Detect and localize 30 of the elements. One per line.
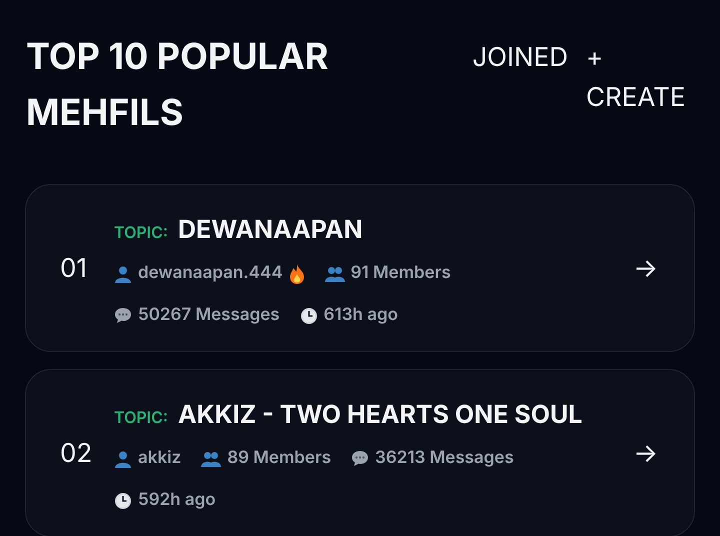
meta-text: 613h ago	[324, 304, 398, 327]
meta-text: akkiz	[138, 447, 182, 470]
arrow-icon[interactable]: →	[633, 248, 658, 288]
page-title: TOP 10 POPULAR MEHFILS	[26, 33, 330, 136]
arrow-icon[interactable]: →	[633, 434, 658, 472]
speech-bubble-icon	[114, 307, 132, 324]
topic-label: TOPIC:	[114, 406, 168, 430]
meta-text: 592h ago	[138, 489, 216, 512]
person-icon	[114, 450, 132, 468]
meta-text: dewanaapan.444	[138, 262, 283, 285]
fire-icon	[288, 264, 305, 284]
people-icon	[201, 450, 222, 467]
speech-bubble-icon	[351, 450, 370, 468]
topic-label: TOPIC:	[114, 221, 168, 244]
meta-text: 91 Members	[350, 262, 451, 285]
topic-title: AKKIZ - TWO HEARTS ONE SOUL	[178, 399, 582, 432]
mehfil-card[interactable]: 02 TOPIC: AKKIZ - TWO HEARTS ONE SOUL akkiz 89 Members 36213 Messages 592h ago →	[25, 369, 695, 536]
mehfil-card[interactable]: 01 TOPIC: DEWANAAPAN dewanaapan.444 91 Members 50267 Messages 613h ago →	[25, 184, 695, 352]
rank-number: 01	[60, 252, 88, 286]
clock-icon	[114, 492, 132, 510]
meta-text: 36213 Messages	[375, 447, 514, 470]
meta-text: 89 Members	[227, 447, 332, 470]
rank-number: 02	[60, 436, 94, 470]
people-icon	[324, 266, 345, 282]
joined-link[interactable]: JOINED	[472, 38, 568, 78]
create-button[interactable]: + CREATE	[586, 38, 688, 118]
topic-title: DEWANAAPAN	[178, 214, 363, 248]
meta-text: 50267 Messages	[138, 304, 280, 327]
clock-icon	[300, 306, 318, 325]
person-icon	[114, 264, 132, 283]
